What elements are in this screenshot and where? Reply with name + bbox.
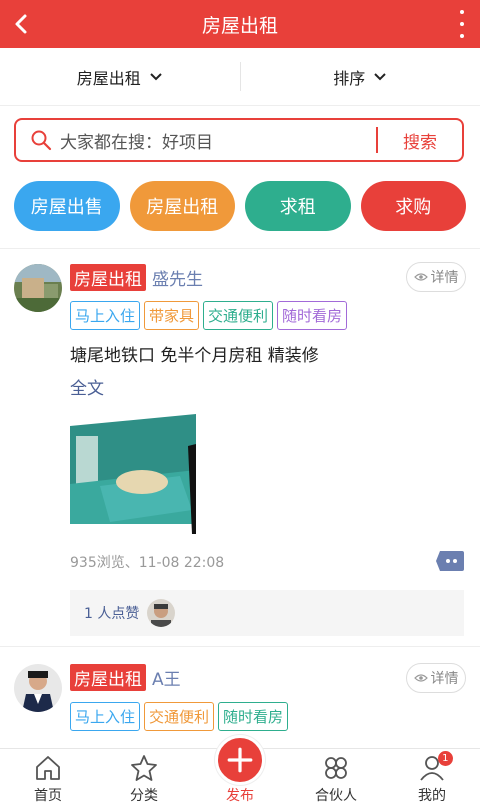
sort-label: 排序 <box>333 68 366 88</box>
back-icon[interactable] <box>6 8 38 40</box>
avatar[interactable] <box>14 264 62 312</box>
publish-button[interactable] <box>215 735 265 785</box>
plus-icon <box>227 747 253 773</box>
chevron-down-icon <box>150 72 162 80</box>
feature-tag: 马上入住 <box>70 301 141 330</box>
eye-icon <box>413 674 428 682</box>
notification-badge: 1 <box>437 751 453 766</box>
category-filter-dropdown[interactable]: 房屋出租 <box>0 48 240 105</box>
post-description: 塘尾地铁口 免半个月房租 精装修 <box>70 346 319 366</box>
pill-seeking-buy[interactable]: 求购 <box>360 181 466 231</box>
clover-icon <box>325 757 347 779</box>
search-input[interactable]: 大家都在搜：好项目 <box>60 128 376 153</box>
post-divider <box>0 646 480 647</box>
nav-label: 合伙人 <box>315 788 357 804</box>
feature-tag: 带家具 <box>144 301 200 330</box>
feature-tag: 交通便利 <box>144 702 215 731</box>
feature-tag: 随时看房 <box>218 702 289 731</box>
bottom-navigation: 首页 分类 发布 合伙人 1 我的 <box>0 735 480 811</box>
avatar[interactable] <box>14 664 62 712</box>
full-text-link[interactable]: 全文 <box>70 374 104 399</box>
user-name[interactable]: A王 <box>152 665 181 690</box>
eye-icon <box>413 273 428 281</box>
section-divider <box>0 248 480 249</box>
post-header: 房屋出租 A王 <box>70 664 181 691</box>
nav-partner[interactable]: 合伙人 <box>288 749 384 811</box>
pill-house-sale[interactable]: 房屋出售 <box>14 181 120 231</box>
feature-tag: 马上入住 <box>70 702 141 731</box>
sort-dropdown[interactable]: 排序 <box>241 48 480 105</box>
nav-label: 我的 <box>418 788 446 804</box>
chevron-down-icon <box>374 72 386 80</box>
user-name[interactable]: 盛先生 <box>152 265 203 290</box>
detail-button[interactable]: 详情 <box>406 262 466 292</box>
search-bar[interactable]: 大家都在搜：好项目 搜索 <box>14 118 464 162</box>
star-icon <box>131 755 157 781</box>
likes-panel: 1 人点赞 <box>70 590 464 636</box>
nav-label: 分类 <box>130 788 158 804</box>
nav-label: 发布 <box>226 788 254 804</box>
detail-label: 详情 <box>430 270 459 286</box>
pill-house-rent[interactable]: 房屋出租 <box>129 181 235 231</box>
top-bar: 房屋出租 <box>0 0 480 48</box>
home-icon <box>36 756 60 780</box>
category-filter-label: 房屋出租 <box>76 68 141 88</box>
app-screen: 房屋出租 房屋出租 排序 大家都在搜：好项目 搜索 房屋出售 房屋出租 求租 求… <box>0 0 480 811</box>
category-badge: 房屋出租 <box>70 664 146 691</box>
page-title: 房屋出租 <box>201 14 278 37</box>
detail-button[interactable]: 详情 <box>406 663 466 693</box>
category-pills: 房屋出售 房屋出租 求租 求购 <box>14 181 466 231</box>
pill-seeking-rent[interactable]: 求租 <box>245 181 351 231</box>
more-menu-icon[interactable] <box>458 10 466 38</box>
nav-category[interactable]: 分类 <box>96 749 192 811</box>
likes-count: 1 人点赞 <box>84 606 140 622</box>
category-badge: 房屋出租 <box>70 264 146 291</box>
feature-tags: 马上入住 带家具 交通便利 随时看房 <box>70 301 348 330</box>
post-header: 房屋出租 盛先生 <box>70 264 203 291</box>
liker-avatar[interactable] <box>147 599 176 627</box>
post-meta: 935浏览、11-08 22:08 <box>70 555 225 571</box>
post-photo[interactable] <box>70 406 196 534</box>
feature-tag: 随时看房 <box>277 301 348 330</box>
nav-mine[interactable]: 1 我的 <box>384 749 480 811</box>
search-button[interactable]: 搜索 <box>378 128 462 153</box>
search-icon <box>31 130 52 151</box>
comment-icon[interactable] <box>436 551 464 571</box>
nav-publish[interactable]: 发布 <box>192 735 288 811</box>
feature-tags: 马上入住 交通便利 随时看房 <box>70 702 289 731</box>
filter-bar: 房屋出租 排序 <box>0 48 480 106</box>
detail-label: 详情 <box>430 671 459 687</box>
nav-home[interactable]: 首页 <box>0 749 96 811</box>
nav-label: 首页 <box>34 788 62 804</box>
feature-tag: 交通便利 <box>203 301 274 330</box>
